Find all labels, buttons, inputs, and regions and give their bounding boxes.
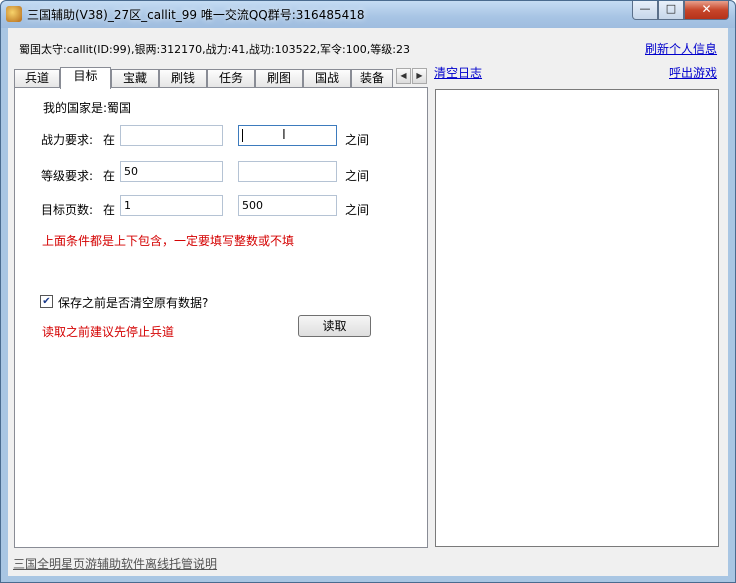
text-caret [242, 129, 243, 142]
level-min-input[interactable]: 50 [120, 161, 223, 182]
tab-nation-war[interactable]: 国战 [303, 69, 351, 88]
power-in-label: 在 [103, 133, 116, 147]
power-between-label: 之间 [345, 133, 370, 147]
level-max-input[interactable] [238, 161, 337, 182]
app-icon [6, 6, 22, 22]
power-max-input[interactable]: I [238, 125, 337, 146]
read-button[interactable]: 读取 [298, 315, 371, 337]
close-icon: ✕ [701, 2, 712, 16]
tab-bingdao[interactable]: 兵道 [14, 69, 60, 88]
refresh-info-link[interactable]: 刷新个人信息 [645, 40, 717, 57]
target-panel: 我的国家是:蜀国 战力要求: 在 I 之间 等级要求: 在 50 之间 目标页数… [14, 87, 428, 548]
maximize-button[interactable]: □ [658, 1, 684, 20]
close-button[interactable]: ✕ [684, 1, 729, 20]
tab-equipment[interactable]: 装备 [351, 69, 393, 88]
title-bar[interactable]: 三国辅助(V38)_27区_callit_99 唯一交流QQ群号:3164854… [1, 1, 735, 28]
pages-min-input[interactable]: 1 [120, 195, 223, 216]
player-info: 蜀国太守:callit(ID:99),银两:312170,战力:41,战功:10… [19, 43, 410, 56]
power-min-input[interactable] [120, 125, 223, 146]
maximize-icon: □ [665, 2, 677, 15]
level-label: 等级要求: [41, 169, 94, 183]
tab-scroll-right-icon[interactable]: ▶ [412, 68, 427, 84]
tab-money[interactable]: 刷钱 [159, 69, 207, 88]
level-between-label: 之间 [345, 169, 370, 183]
country-text: 我的国家是:蜀国 [43, 101, 132, 115]
call-game-link[interactable]: 呼出游戏 [669, 64, 717, 81]
clear-data-label[interactable]: 保存之前是否清空原有数据? [58, 294, 208, 311]
offline-hosting-help-link[interactable]: 三国全明星页游辅助软件离线托管说明 [13, 555, 217, 572]
tab-treasure[interactable]: 宝藏 [111, 69, 159, 88]
power-label: 战力要求: [41, 133, 94, 147]
pages-between-label: 之间 [345, 203, 370, 217]
read-hint: 读取之前建议先停止兵道 [42, 325, 175, 339]
clear-data-checkbox[interactable]: ✔ [40, 295, 53, 308]
pages-in-label: 在 [103, 203, 116, 217]
clear-log-link[interactable]: 清空日志 [434, 64, 482, 81]
log-textbox[interactable] [435, 89, 719, 547]
level-in-label: 在 [103, 169, 116, 183]
client-area: 蜀国太守:callit(ID:99),银两:312170,战力:41,战功:10… [8, 28, 728, 576]
window-title: 三国辅助(V38)_27区_callit_99 唯一交流QQ群号:3164854… [27, 8, 365, 22]
pages-label: 目标页数: [41, 203, 94, 217]
tab-target[interactable]: 目标 [60, 67, 111, 89]
tab-scroll-left-icon[interactable]: ◀ [396, 68, 411, 84]
app-window: 三国辅助(V38)_27区_callit_99 唯一交流QQ群号:3164854… [0, 0, 736, 583]
pages-max-input[interactable]: 500 [238, 195, 337, 216]
caption-buttons: — □ ✕ [632, 1, 729, 20]
tab-strip: 兵道 目标 宝藏 刷钱 任务 刷图 国战 装备 ◀ ▶ [14, 67, 428, 89]
tab-quest[interactable]: 任务 [207, 69, 255, 88]
minimize-icon: — [639, 2, 651, 15]
tab-map[interactable]: 刷图 [255, 69, 303, 88]
ibeam-cursor-icon: I [282, 128, 286, 143]
condition-note: 上面条件都是上下包含，一定要填写整数或不填 [42, 234, 295, 248]
minimize-button[interactable]: — [632, 1, 658, 20]
